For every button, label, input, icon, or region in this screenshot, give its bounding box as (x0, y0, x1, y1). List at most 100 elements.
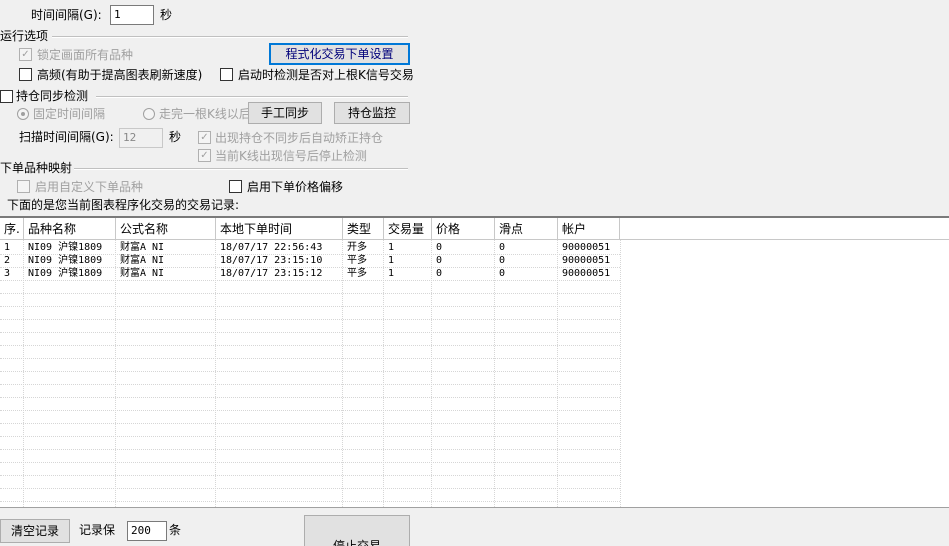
cell-formula: 财富A NI (120, 268, 165, 279)
auto-correct-checkbox[interactable]: ✓ (198, 131, 211, 144)
col-header-formula[interactable]: 公式名称 (116, 218, 216, 240)
scan-interval-unit: 秒 (169, 130, 182, 144)
sync-divider (96, 96, 408, 98)
grid-line (0, 332, 620, 333)
trade-records-table[interactable]: 序. 品种名称 公式名称 本地下单时间 类型 交易量 价格 滑点 帐户 1 NI… (0, 216, 949, 508)
cell-seq: 2 (4, 255, 11, 266)
grid-line (0, 293, 620, 294)
trade-settings-button[interactable]: 程式化交易下单设置 (269, 43, 410, 65)
cell-account: 90000051 (562, 255, 611, 266)
cell-formula: 财富A NI (120, 255, 165, 266)
run-options-divider (52, 36, 408, 38)
cell-price: 0 (436, 242, 443, 253)
scan-interval-input[interactable]: 12 (119, 128, 163, 148)
grid-line (0, 462, 620, 463)
grid-line (0, 280, 620, 281)
clear-records-button[interactable]: 清空记录 (0, 519, 70, 543)
col-header-product[interactable]: 品种名称 (24, 218, 116, 240)
grid-line (620, 240, 621, 507)
grid-line (0, 501, 620, 502)
col-header-type[interactable]: 类型 (343, 218, 384, 240)
interval-input[interactable]: 1 (110, 5, 154, 25)
custom-product-checkbox[interactable] (17, 180, 30, 193)
grid-line (0, 371, 620, 372)
interval-unit: 秒 (160, 8, 173, 22)
table-row[interactable]: 3 NI09 沪镍1809 财富A NI 18/07/17 23:15:12 平… (0, 267, 620, 280)
cell-formula: 财富A NI (120, 242, 165, 253)
sync-check-checkbox[interactable] (0, 90, 13, 103)
cell-type: 平多 (347, 268, 367, 279)
cell-time: 18/07/17 23:15:12 (220, 268, 323, 279)
col-header-seq[interactable]: 序. (0, 218, 24, 240)
stop-on-signal-checkbox[interactable]: ✓ (198, 149, 211, 162)
cell-account: 90000051 (562, 242, 611, 253)
cell-volume: 1 (388, 255, 395, 266)
grid-line (0, 410, 620, 411)
fixed-interval-radio[interactable] (17, 108, 29, 120)
after-kline-label: 走完一根K线以后 (159, 107, 249, 121)
cell-slippage: 0 (499, 268, 506, 279)
cell-time: 18/07/17 22:56:43 (220, 242, 323, 253)
grid-line (0, 449, 620, 450)
grid-line (0, 319, 620, 320)
run-options-title: 运行选项 (0, 29, 49, 43)
grid-line (0, 488, 620, 489)
cell-account: 90000051 (562, 268, 611, 279)
cell-price: 0 (436, 255, 443, 266)
check-last-kline-checkbox[interactable] (220, 68, 233, 81)
check-last-kline-label: 启动时检测是否对上根K信号交易 (238, 68, 414, 82)
mapping-divider (74, 168, 408, 170)
cell-volume: 1 (388, 268, 395, 279)
manual-sync-button[interactable]: 手工同步 (248, 102, 322, 124)
cell-product: NI09 沪镍1809 (28, 268, 103, 279)
stop-on-signal-label: 当前K线出现信号后停止检测 (215, 149, 367, 163)
col-header-slippage[interactable]: 滑点 (495, 218, 558, 240)
col-header-account[interactable]: 帐户 (558, 218, 620, 240)
cell-price: 0 (436, 268, 443, 279)
records-caption: 下面的是您当前图表程序化交易的交易记录: (7, 198, 240, 212)
grid-line (0, 358, 620, 359)
col-header-time[interactable]: 本地下单时间 (216, 218, 343, 240)
interval-label: 时间间隔(G): (31, 8, 102, 22)
table-row[interactable]: 2 NI09 沪镍1809 财富A NI 18/07/17 23:15:10 平… (0, 254, 620, 267)
cell-time: 18/07/17 23:15:10 (220, 255, 323, 266)
fixed-interval-label: 固定时间间隔 (33, 107, 106, 121)
grid-line (0, 475, 620, 476)
auto-correct-label: 出现持仓不同步后自动矫正持仓 (215, 131, 384, 145)
grid-line (0, 436, 620, 437)
custom-product-label: 启用自定义下单品种 (35, 180, 144, 194)
grid-line (0, 423, 620, 424)
lock-all-products-label: 锁定画面所有品种 (37, 48, 134, 62)
stop-trading-button[interactable]: 停止交易 (304, 515, 410, 546)
grid-line (0, 397, 620, 398)
cell-volume: 1 (388, 242, 395, 253)
price-offset-checkbox[interactable] (229, 180, 242, 193)
keep-records-input[interactable]: 200 (127, 521, 167, 541)
grid-line (0, 345, 620, 346)
keep-records-unit: 条 (169, 523, 182, 537)
grid-line (0, 384, 620, 385)
cell-slippage: 0 (499, 255, 506, 266)
cell-slippage: 0 (499, 242, 506, 253)
table-row[interactable]: 1 NI09 沪镍1809 财富A NI 18/07/17 22:56:43 开… (0, 241, 620, 254)
col-header-price[interactable]: 价格 (432, 218, 495, 240)
col-header-volume[interactable]: 交易量 (384, 218, 432, 240)
keep-records-label: 记录保 (79, 523, 116, 537)
after-kline-radio[interactable] (143, 108, 155, 120)
high-freq-checkbox[interactable] (19, 68, 32, 81)
position-monitor-button[interactable]: 持仓监控 (334, 102, 410, 124)
table-header: 序. 品种名称 公式名称 本地下单时间 类型 交易量 价格 滑点 帐户 (0, 218, 949, 240)
cell-product: NI09 沪镍1809 (28, 255, 103, 266)
mapping-title: 下单品种映射 (0, 161, 73, 175)
cell-type: 开多 (347, 242, 367, 253)
cell-seq: 1 (4, 242, 11, 253)
cell-product: NI09 沪镍1809 (28, 242, 103, 253)
grid-line (0, 306, 620, 307)
scan-interval-label: 扫描时间间隔(G): (19, 130, 114, 144)
lock-all-products-checkbox[interactable]: ✓ (19, 48, 32, 61)
cell-seq: 3 (4, 268, 11, 279)
cell-type: 平多 (347, 255, 367, 266)
price-offset-label: 启用下单价格偏移 (247, 180, 344, 194)
sync-title: 持仓同步检测 (16, 89, 89, 103)
high-freq-label: 高频(有助于提高图表刷新速度) (37, 68, 203, 82)
